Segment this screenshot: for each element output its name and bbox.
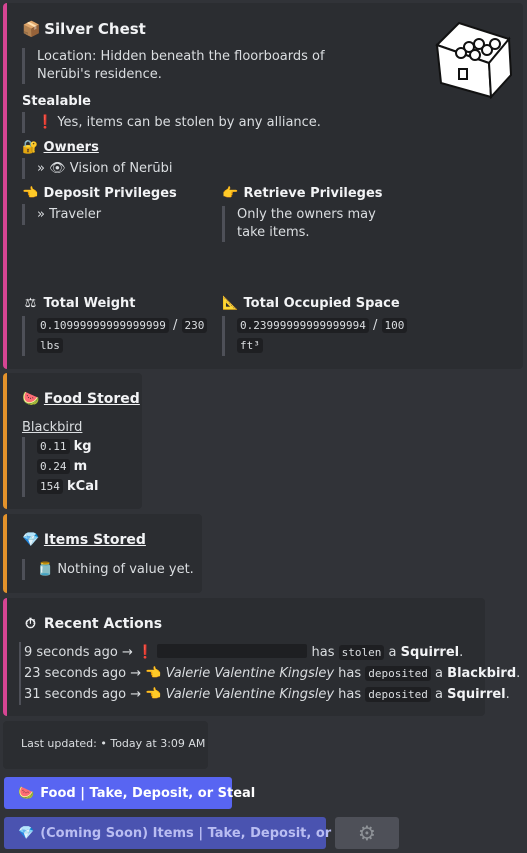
items-empty: 🫙 Nothing of value yet. — [22, 559, 194, 580]
weight-label: ⚖ Total Weight — [22, 296, 136, 311]
food-stat-row: 154 kCal — [37, 477, 98, 497]
retrieve-label: 👉 Retrieve Privileges — [222, 186, 383, 201]
items-title: 💎 Items Stored — [22, 532, 146, 548]
scales-icon: ⚖ — [24, 296, 37, 311]
action-row: 9 seconds ago → ❗ has stolen a Squirrel. — [24, 644, 464, 660]
settings-button[interactable]: ⚙ — [335, 817, 399, 849]
lock-key-icon: 🔐 — [22, 140, 39, 155]
gem-icon: 💎 — [22, 532, 40, 548]
chest-title: 📦 Silver Chest — [22, 20, 146, 38]
hand-left-icon: 👈 — [22, 186, 39, 201]
food-item-name[interactable]: Blackbird — [22, 420, 82, 435]
footer-embed: Last updated: • Today at 3:09 AM — [3, 721, 208, 769]
weight-value: 0.10999999999999999 / 230 lbs — [22, 316, 212, 356]
hand-left-icon: 👈 — [145, 687, 162, 702]
chest-embed: 📦 Silver Chest Location: Hidden beneath … — [3, 3, 523, 369]
stealable-value: ❗ Yes, items can be stolen by any allian… — [22, 112, 321, 133]
actions-embed: ⏱ Recent Actions 9 seconds ago → ❗ has s… — [3, 598, 520, 716]
actions-title: ⏱ Recent Actions — [22, 616, 162, 632]
location-text: Location: Hidden beneath the floorboards… — [22, 48, 362, 84]
exclamation-icon: ❗ — [37, 115, 54, 130]
hand-left-icon: 👈 — [145, 666, 162, 681]
gem-icon: 💎 — [18, 825, 35, 841]
watermelon-icon: 🍉 — [18, 785, 35, 801]
space-value: 0.23999999999999994 / 100 ft³ — [222, 316, 422, 356]
owners-value: » 👁 Vision of Nerūbi — [22, 158, 172, 179]
food-title: 🍉 Food Stored — [22, 391, 140, 407]
space-label: 📐 Total Occupied Space — [222, 296, 400, 311]
food-action-button[interactable]: 🍉 Food | Take, Deposit, or Steal — [4, 777, 255, 809]
stopwatch-icon: ⏱ — [25, 616, 36, 632]
watermelon-icon: 🍉 — [22, 391, 40, 407]
food-stat-row: 0.11 kg — [37, 437, 98, 457]
items-action-button[interactable]: 💎 (Coming Soon) Items | Take, Deposit, o… — [4, 817, 373, 849]
deposit-value: » Traveler — [22, 204, 101, 225]
actions-list: 9 seconds ago → ❗ has stolen a Squirrel.… — [19, 642, 520, 705]
redacted-actor — [157, 644, 308, 658]
action-row: 23 seconds ago → 👈 Valerie Valentine Kin… — [24, 666, 521, 681]
food-embed: 🍉 Food Stored Blackbird 0.11 kg 0.24 m 1… — [3, 373, 142, 509]
last-updated: Last updated: • Today at 3:09 AM — [21, 737, 206, 750]
package-icon: 📦 — [22, 20, 41, 38]
food-stats: 0.11 kg 0.24 m 154 kCal — [22, 437, 98, 497]
stealable-label: Stealable — [22, 94, 91, 109]
retrieve-value: Only the owners may take items. — [222, 206, 402, 242]
exclamation-icon: ❗ — [137, 645, 154, 660]
items-embed: 💎 Items Stored 🫙 Nothing of value yet. — [3, 514, 202, 593]
triangular-ruler-icon: 📐 — [222, 296, 239, 311]
hand-right-icon: 👉 — [222, 186, 239, 201]
action-row: 31 seconds ago → 👈 Valerie Valentine Kin… — [24, 687, 510, 702]
gear-icon: ⚙ — [358, 821, 376, 845]
deposit-label: 👈 Deposit Privileges — [22, 186, 177, 201]
owners-label: 🔐 Owners — [22, 140, 99, 155]
jar-icon: 🫙 — [37, 562, 54, 577]
food-stat-row: 0.24 m — [37, 457, 98, 477]
treasure-chest-icon — [435, 21, 513, 99]
